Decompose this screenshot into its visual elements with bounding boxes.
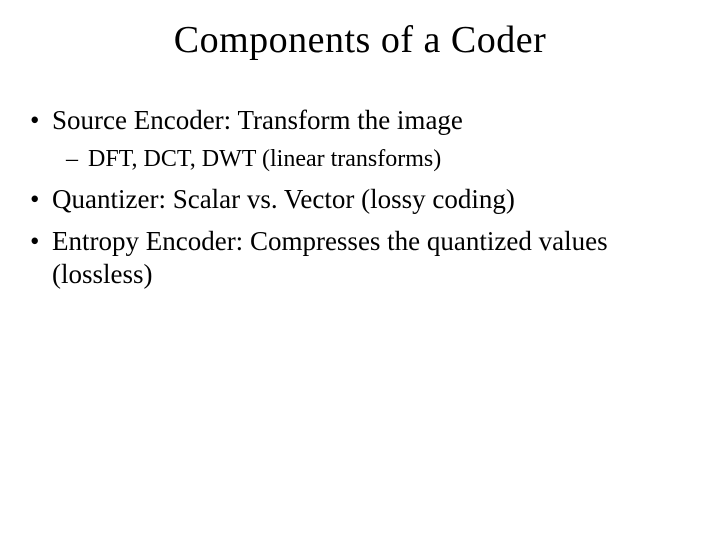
bullet-list: Source Encoder: Transform the image DFT,… xyxy=(20,104,690,292)
bullet-text: Quantizer: Scalar vs. Vector (lossy codi… xyxy=(52,184,515,214)
slide-title: Components of a Coder xyxy=(0,18,720,62)
bullet-text: Source Encoder: Transform the image xyxy=(52,105,463,135)
bullet-text: Entropy Encoder: Compresses the quantize… xyxy=(52,226,608,290)
list-item: Quantizer: Scalar vs. Vector (lossy codi… xyxy=(20,183,690,217)
sub-bullet-text: DFT, DCT, DWT (linear transforms) xyxy=(88,146,441,172)
list-item: DFT, DCT, DWT (linear transforms) xyxy=(52,144,690,175)
sub-bullet-list: DFT, DCT, DWT (linear transforms) xyxy=(52,144,690,175)
slide-content: Source Encoder: Transform the image DFT,… xyxy=(0,104,720,292)
list-item: Entropy Encoder: Compresses the quantize… xyxy=(20,225,690,293)
slide: Components of a Coder Source Encoder: Tr… xyxy=(0,18,720,540)
list-item: Source Encoder: Transform the image DFT,… xyxy=(20,104,690,175)
